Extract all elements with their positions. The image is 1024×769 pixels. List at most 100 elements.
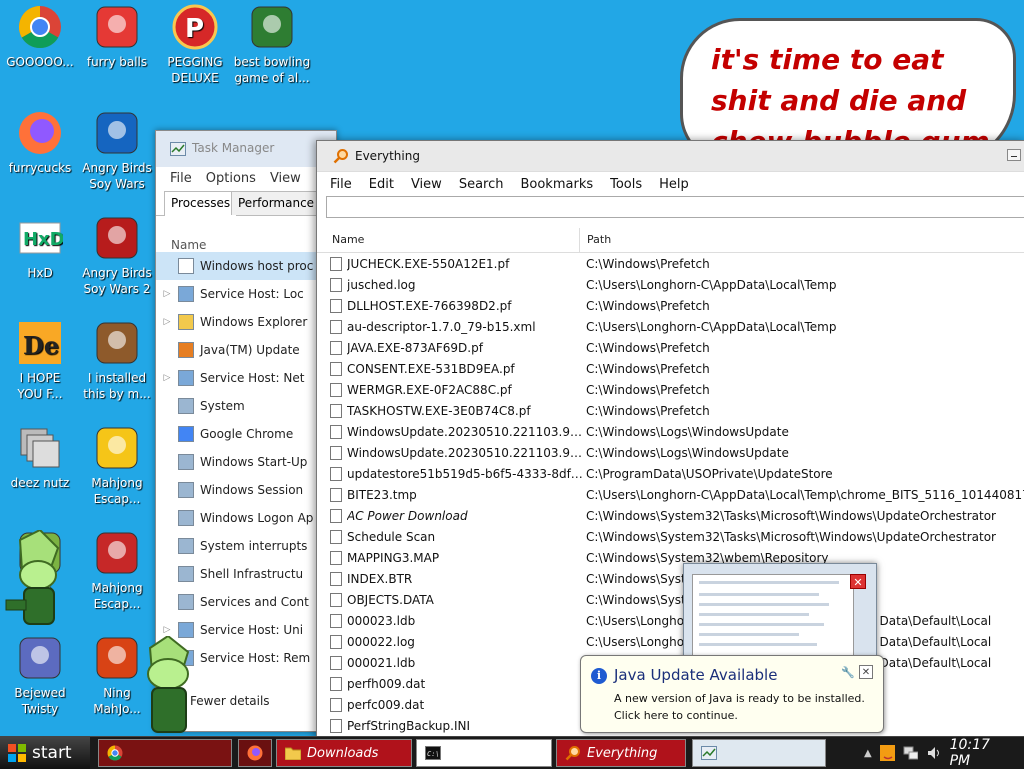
desktop-icon[interactable]: furry balls — [77, 4, 157, 70]
peridot-sticker-icon — [147, 636, 190, 733]
tab-processes[interactable]: Processes — [164, 191, 238, 216]
process-row[interactable]: ▷ Windows Explorer — [156, 308, 336, 336]
task-manager-titlebar[interactable]: Task Manager — [156, 131, 336, 167]
file-row[interactable]: DLLHOST.EXE-766398D2.pf C:\Windows\Prefet… — [317, 295, 1024, 316]
file-row[interactable]: JAVA.EXE-873AF69D.pf C:\Windows\Prefetch — [317, 337, 1024, 358]
column-divider[interactable] — [579, 228, 580, 252]
file-row[interactable]: au-descriptor-1.7.0_79-b15.xml C:\Users\L… — [317, 316, 1024, 337]
everything-window[interactable]: Everything File Edit View Search Bookmar… — [316, 140, 1024, 740]
desktop-icon[interactable]: P PEGGING DELUXE — [155, 4, 235, 86]
process-name: Google Chrome — [200, 427, 294, 441]
file-row[interactable]: JUCHECK.EXE-550A12E1.pf C:\Windows\Prefet… — [317, 253, 1024, 274]
ev-menu-edit[interactable]: Edit — [369, 177, 394, 192]
process-row[interactable]: System interrupts — [156, 532, 336, 560]
desktop-icon[interactable]: Mahjong Escap... — [77, 530, 157, 612]
file-row[interactable]: WindowsUpdate.20230510.221103.952.2.... C… — [317, 442, 1024, 463]
clock[interactable]: 10:17 PM — [950, 737, 1012, 769]
process-row[interactable]: System — [156, 392, 336, 420]
file-row[interactable]: Schedule Scan C:\Windows\System32\Tasks\M… — [317, 526, 1024, 547]
process-row[interactable]: Windows Logon Ap — [156, 504, 336, 532]
column-header-path[interactable]: Path — [587, 233, 611, 246]
notification-body[interactable]: A new version of Java is ready to be ins… — [614, 690, 874, 724]
desktop-icon[interactable]: Angry Birds Soy Wars — [77, 110, 157, 192]
search-input[interactable] — [326, 196, 1024, 218]
process-row[interactable]: Windows Start-Up — [156, 448, 336, 476]
tm-menu-view[interactable]: View — [270, 171, 301, 186]
start-button[interactable]: start — [0, 737, 90, 769]
tm-menu-file[interactable]: File — [170, 171, 192, 186]
taskbar-task-manager[interactable] — [692, 739, 826, 767]
tm-column-name[interactable]: Name — [156, 216, 336, 252]
desktop-icon[interactable]: deez nutz — [0, 425, 80, 491]
ev-menu-search[interactable]: Search — [459, 177, 504, 192]
ev-menu-help[interactable]: Help — [659, 177, 689, 192]
desktop-icon[interactable]: furrycucks — [0, 110, 80, 176]
wrench-icon[interactable]: 🔧 — [841, 666, 855, 679]
ev-menu-tools[interactable]: Tools — [610, 177, 642, 192]
file-row[interactable]: CONSENT.EXE-531BD9EA.pf C:\Windows\Prefet… — [317, 358, 1024, 379]
process-row[interactable]: Services and Cont — [156, 588, 336, 616]
process-row[interactable]: ▷ Service Host: Loc — [156, 280, 336, 308]
file-icon — [330, 550, 342, 565]
file-row[interactable]: updatestore51b519d5-b6f5-4333-8df6-e... C… — [317, 463, 1024, 484]
taskbar-cmd[interactable]: C:\ — [416, 739, 552, 767]
desktop-icon[interactable]: GOOOOO... — [0, 4, 80, 70]
tm-menu-options[interactable]: Options — [206, 171, 256, 186]
file-row[interactable]: MAPPING3.MAP C:\Windows\System32\wbem\Rep… — [317, 547, 1024, 568]
chevron-right-icon[interactable]: ▷ — [156, 625, 178, 635]
file-row[interactable]: INDEX.BTR C:\Windows\Syst — [317, 568, 1024, 589]
file-row[interactable]: BITE23.tmp C:\Users\Longhorn-C\AppData\Lo… — [317, 484, 1024, 505]
ev-menu-view[interactable]: View — [411, 177, 442, 192]
ev-menu-file[interactable]: File — [330, 177, 352, 192]
taskbar-thumbnail-preview[interactable]: ✕ — [683, 563, 877, 665]
process-row[interactable]: Windows host proc — [156, 252, 336, 280]
chevron-right-icon[interactable]: ▷ — [156, 317, 178, 327]
taskbar-chrome[interactable] — [98, 739, 232, 767]
close-icon[interactable]: ✕ — [850, 574, 866, 589]
bowling-icon — [251, 6, 293, 48]
close-icon[interactable]: ✕ — [859, 665, 873, 679]
process-row[interactable]: ▷ Service Host: Net — [156, 364, 336, 392]
column-header-name[interactable]: Name — [332, 233, 364, 246]
taskbar-everything[interactable]: Everything — [556, 739, 686, 767]
taskbar-downloads[interactable]: Downloads — [276, 739, 412, 767]
process-row[interactable]: Windows Session — [156, 476, 336, 504]
minimize-button[interactable] — [1007, 149, 1021, 161]
process-row[interactable]: Shell Infrastructu — [156, 560, 336, 588]
file-icon — [330, 361, 342, 376]
chrome-icon — [18, 5, 61, 49]
desktop-icon[interactable]: De I HOPE YOU F... — [0, 320, 80, 402]
tab-performance[interactable]: Performance — [231, 191, 322, 215]
desktop-icon[interactable]: HxD HxD — [0, 215, 80, 281]
tray-expand-icon[interactable]: ▲ — [864, 748, 872, 759]
desktop-icon[interactable]: Mahjong Escap... — [77, 425, 157, 507]
file-row[interactable]: jusched.log C:\Users\Longhorn-C\AppData\L… — [317, 274, 1024, 295]
desktop-icon[interactable]: Angry Birds Soy Wars 2 — [77, 215, 157, 297]
desktop-icon[interactable]: Bejewed Twisty — [0, 635, 80, 717]
everything-titlebar[interactable]: Everything — [317, 141, 1024, 172]
speaker-icon[interactable] — [926, 745, 941, 761]
java-tray-icon[interactable] — [879, 745, 895, 761]
chevron-right-icon[interactable]: ▷ — [156, 289, 178, 299]
angry-birds-icon — [96, 112, 138, 154]
file-icon — [330, 277, 342, 292]
file-row[interactable]: TASKHOSTW.EXE-3E0B74C8.pf C:\Windows\Pref… — [317, 400, 1024, 421]
angry-birds-2-icon — [96, 217, 138, 259]
ev-menu-bookmarks[interactable]: Bookmarks — [520, 177, 593, 192]
desktop-icon[interactable]: I installed this by m... — [77, 320, 157, 402]
file-row[interactable]: 000023.ldbC:\Users\Longho \User Data\Def… — [317, 610, 1024, 631]
file-row[interactable]: 000022.logC:\Users\Longho \User Data\Def… — [317, 631, 1024, 652]
desktop-icon[interactable]: best bowling game of al... — [232, 4, 312, 86]
network-icon[interactable] — [903, 745, 919, 761]
file-row[interactable]: OBJECTS.DATA C:\Windows\Syst — [317, 589, 1024, 610]
taskbar-firefox[interactable] — [238, 739, 272, 767]
file-row[interactable]: WindowsUpdate.20230510.221103.952.1.... C… — [317, 421, 1024, 442]
file-row[interactable]: WERMGR.EXE-0F2AC88C.pf C:\Windows\Prefetc… — [317, 379, 1024, 400]
process-row[interactable]: Google Chrome — [156, 420, 336, 448]
chevron-right-icon[interactable]: ▷ — [156, 373, 178, 383]
java-update-notification[interactable]: i Java Update Available A new version of… — [580, 655, 884, 733]
file-path: C:\Windows\Prefetch — [586, 403, 710, 418]
file-name: TASKHOSTW.EXE-3E0B74C8.pf — [347, 403, 531, 418]
file-row[interactable]: AC Power Download C:\Windows\System32\Tas… — [317, 505, 1024, 526]
process-row[interactable]: Java(TM) Update — [156, 336, 336, 364]
